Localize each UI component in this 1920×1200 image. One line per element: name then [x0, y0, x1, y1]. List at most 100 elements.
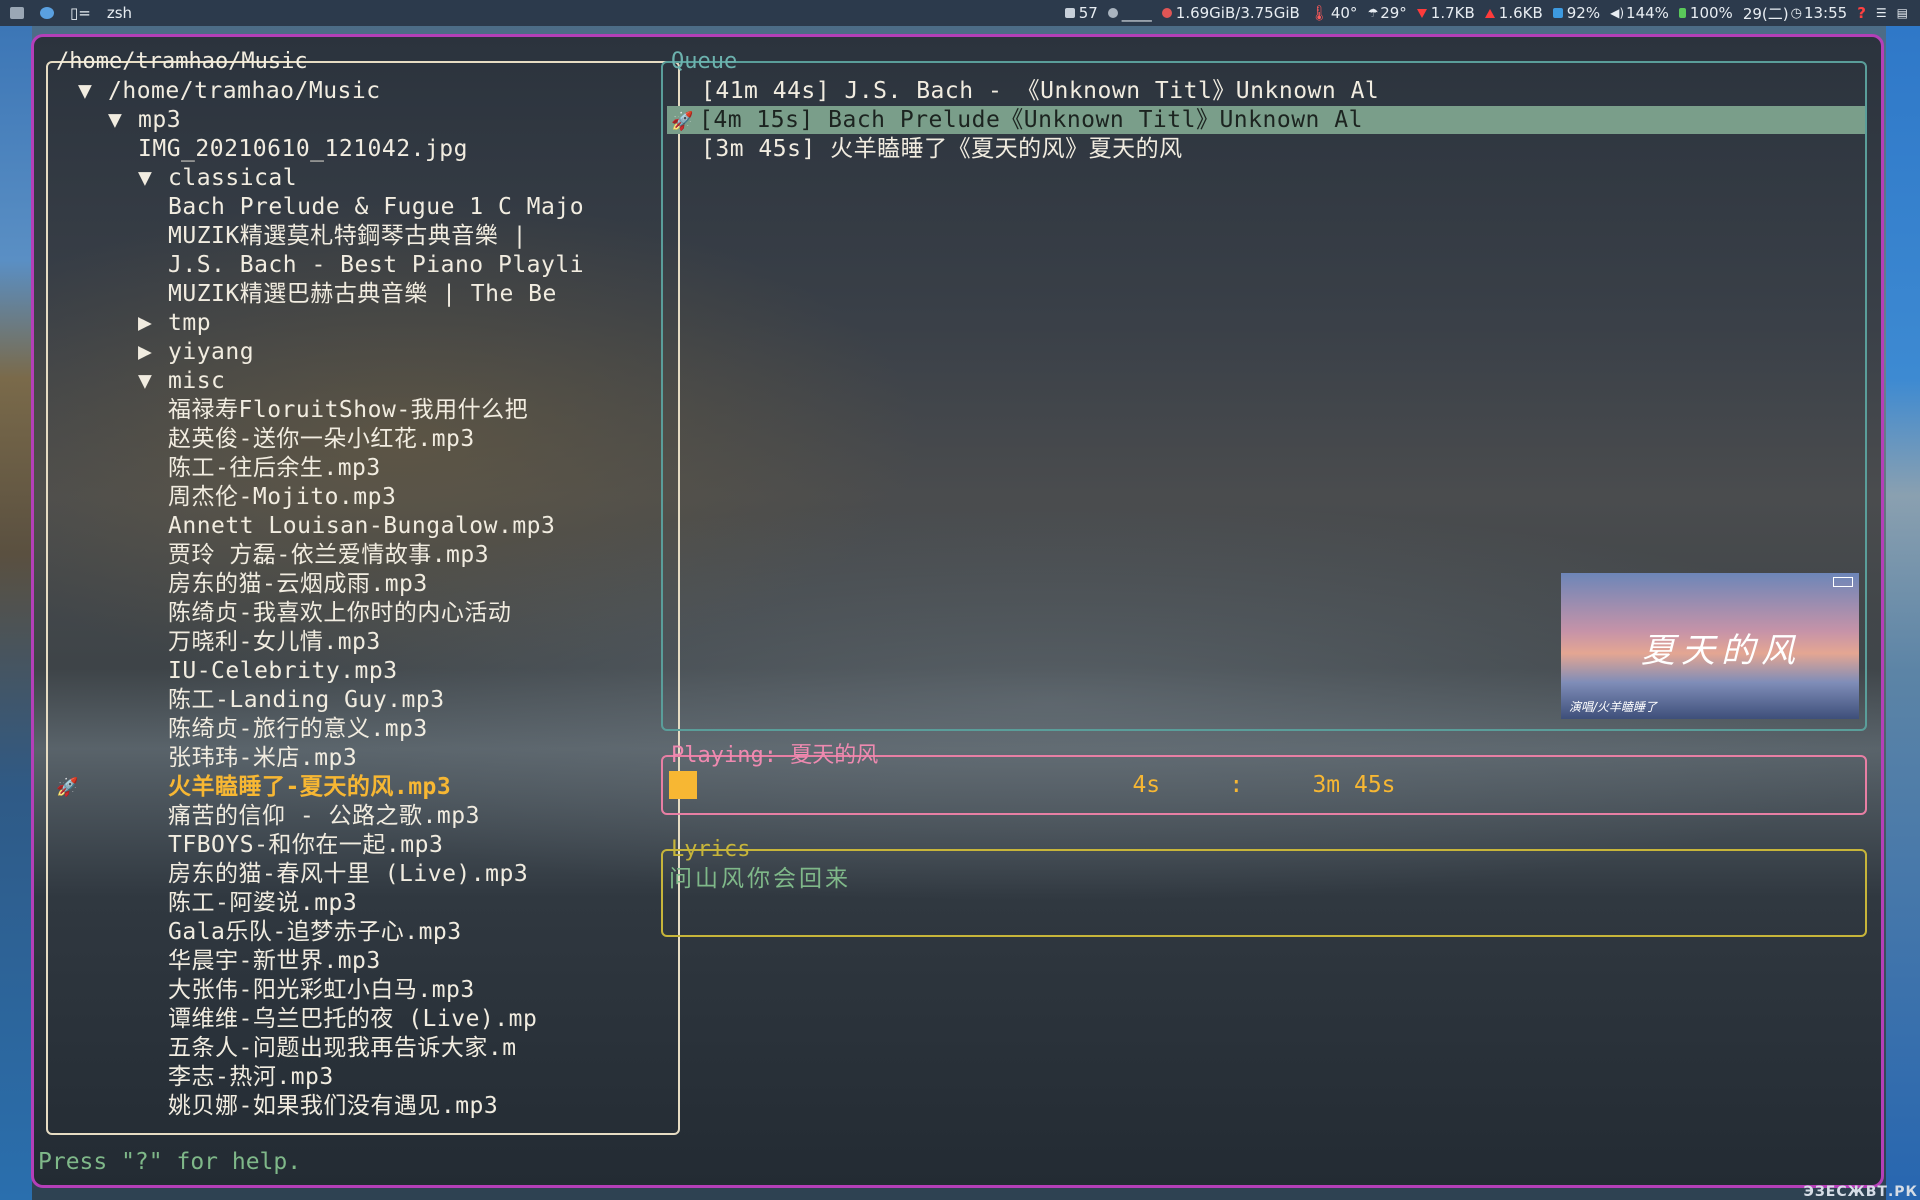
tree-row[interactable]: 福禄寿FloruitShow-我用什么把: [168, 396, 528, 425]
tree-row[interactable]: 张玮玮-米店.mp3: [168, 744, 357, 773]
tree-row-label: Bach Prelude & Fugue 1 C Majo: [168, 194, 585, 220]
tree-row-label: 谭维维-乌兰巴托的夜 (Live).mp: [168, 1006, 538, 1032]
tree-row-label: 房东的猫-云烟成雨.mp3: [168, 571, 428, 597]
queue-row[interactable]: [41m 44s] J.S. Bach - 《Unknown Titl》Unkn…: [671, 77, 1379, 105]
queue-row[interactable]: [3m 45s] 火羊瞌睡了《夏天的风》夏天的风: [671, 135, 1183, 163]
tree-row-label: 李志-热河.mp3: [168, 1064, 334, 1090]
thermometer-icon: 🌡: [1309, 4, 1329, 22]
weather-indicator: ☂ 29°: [1367, 4, 1407, 22]
tree-row-label: Gala乐队-追梦赤子心.mp3: [168, 919, 462, 945]
queue-panel[interactable]: Queue [41m 44s] J.S. Bach - 《Unknown Tit…: [661, 49, 1867, 731]
tree-row-label: 陈工-Landing Guy.mp3: [168, 687, 445, 713]
tree-row[interactable]: TFBOYS-和你在一起.mp3: [168, 831, 443, 860]
layout-icon[interactable]: ▯=: [70, 4, 91, 22]
tree-row[interactable]: 陈绮贞-我喜欢上你时的内心活动: [168, 599, 511, 628]
tree-row[interactable]: Bach Prelude & Fugue 1 C Majo: [168, 193, 584, 222]
download-icon: [1416, 8, 1427, 18]
network-down-indicator: 1.7KB: [1416, 4, 1475, 22]
temperature-indicator: 🌡 40°: [1309, 4, 1358, 22]
tree-row[interactable]: Annett Louisan-Bungalow.mp3: [168, 512, 555, 541]
help-icon[interactable]: ?: [1857, 4, 1866, 22]
collapsed-caret-icon[interactable]: ▶: [138, 338, 168, 367]
tree-row-label: 陈工-往后余生.mp3: [168, 455, 381, 481]
tree-row-label: 痛苦的信仰 - 公路之歌.mp3: [168, 803, 480, 829]
tree-row[interactable]: 陈工-Landing Guy.mp3: [168, 686, 445, 715]
expanded-caret-icon[interactable]: ▼: [108, 106, 138, 135]
tree-row-label: 大张伟-阳光彩虹小白马.mp3: [168, 977, 475, 1003]
tree-row[interactable]: 赵英俊-送你一朵小红花.mp3: [168, 425, 475, 454]
tree-row-label: tmp: [168, 310, 212, 336]
tree-row[interactable]: 贾玲 方磊-依兰爱情故事.mp3: [168, 541, 489, 570]
expanded-caret-icon[interactable]: ▼: [138, 367, 168, 396]
lyrics-panel: Lyrics 问山风你会回来: [661, 837, 1867, 937]
tree-row[interactable]: 姚贝娜-如果我们没有遇见.mp3: [168, 1092, 498, 1121]
tree-row[interactable]: 陈工-往后余生.mp3: [168, 454, 381, 483]
tree-row-label: Annett Louisan-Bungalow.mp3: [168, 513, 556, 539]
lyrics-title: Lyrics: [671, 837, 751, 862]
tree-row[interactable]: 大张伟-阳光彩虹小白马.mp3: [168, 976, 475, 1005]
tree-row[interactable]: 陈绮贞-旅行的意义.mp3: [168, 715, 428, 744]
tree-row[interactable]: 万晓利-女儿情.mp3: [168, 628, 381, 657]
tree-row[interactable]: 谭维维-乌兰巴托的夜 (Live).mp: [168, 1005, 537, 1034]
tree-row[interactable]: ▼ classical: [138, 164, 297, 193]
tree-row[interactable]: 五条人-问题出现我再告诉大家.m: [168, 1034, 517, 1063]
tree-row-label: misc: [168, 368, 226, 394]
queue-row[interactable]: 🚀 [4m 15s] Bach Prelude《Unknown Titl》Unkn…: [667, 106, 1865, 134]
tree-row[interactable]: 陈工-阿婆说.mp3: [168, 889, 357, 918]
tree-row-label: 房东的猫-春风十里 (Live).mp3: [168, 861, 529, 887]
tree-row-label: 赵英俊-送你一朵小红花.mp3: [168, 426, 475, 452]
tree-row-label: 陈绮贞-我喜欢上你时的内心活动: [168, 600, 512, 626]
tree-row[interactable]: 痛苦的信仰 - 公路之歌.mp3: [168, 802, 480, 831]
tree-row[interactable]: 周杰伦-Mojito.mp3: [168, 483, 396, 512]
brightness-indicator[interactable]: 92%: [1552, 4, 1600, 22]
network-up-indicator: 1.6KB: [1484, 4, 1543, 22]
tree-row[interactable]: IU-Celebrity.mp3: [168, 657, 398, 686]
tray-icon[interactable]: ☰: [1876, 6, 1887, 20]
queue-row-text: [41m 44s] J.S. Bach - 《Unknown Titl》Unkn…: [701, 78, 1380, 104]
tree-row-label: 张玮玮-米店.mp3: [168, 745, 358, 771]
tree-row[interactable]: ▶ yiyang: [138, 338, 254, 367]
tree-row-label: 火羊瞌睡了-夏天的风.mp3: [168, 774, 452, 800]
tree-row[interactable]: ▶ tmp: [138, 309, 211, 338]
cpu-indicator: ____: [1107, 4, 1152, 22]
brightness-icon: [1552, 8, 1563, 18]
tree-row[interactable]: IMG_20210610_121042.jpg: [138, 135, 468, 164]
collapsed-caret-icon[interactable]: ▶: [138, 309, 168, 338]
menu-icon[interactable]: [10, 7, 24, 19]
lyric-line: 问山风你会回来: [669, 866, 851, 892]
date-indicator[interactable]: 29(二) ◷ 13:55: [1743, 3, 1847, 24]
tree-row[interactable]: ▼ misc: [138, 367, 225, 396]
library-tree-panel[interactable]: /home/tramhao/Music ▼/home/tramhao/Music…: [46, 49, 680, 1135]
tree-row[interactable]: J.S. Bach - Best Piano Playli: [168, 251, 584, 280]
terminal-window[interactable]: /home/tramhao/Music ▼/home/tramhao/Music…: [31, 34, 1884, 1188]
tree-row-label: IU-Celebrity.mp3: [168, 658, 398, 684]
tree-row[interactable]: 火羊瞌睡了-夏天的风.mp3: [168, 773, 451, 802]
tree-row[interactable]: ▼ mp3: [108, 106, 181, 135]
battery-icon: [1678, 8, 1686, 18]
tree-row-label: 贾玲 方磊-依兰爱情故事.mp3: [168, 542, 490, 568]
expanded-caret-icon[interactable]: ▼: [138, 164, 168, 193]
library-tree-list[interactable]: ▼/home/tramhao/Music ▼ mp3 IMG_20210610_121…: [48, 63, 678, 1133]
tree-row-label: IMG_20210610_121042.jpg: [138, 136, 468, 162]
globe-icon[interactable]: [40, 7, 54, 19]
tree-row[interactable]: Gala乐队-追梦赤子心.mp3: [168, 918, 462, 947]
tree-row[interactable]: 房东的猫-春风十里 (Live).mp3: [168, 860, 528, 889]
workspace-indicator[interactable]: 57: [1064, 4, 1098, 22]
tree-row[interactable]: MUZIK精選莫札特鋼琴古典音樂 |: [168, 222, 527, 251]
tree-row[interactable]: ▼/home/tramhao/Music: [78, 77, 381, 106]
tree-row-label: 华晨宇-新世界.mp3: [168, 948, 381, 974]
memory-icon: [1161, 8, 1172, 18]
desktop-wallpaper-right: [1886, 26, 1920, 1200]
tree-row[interactable]: MUZIK精選巴赫古典音樂 | The Be: [168, 280, 557, 309]
tree-row-label: 福禄寿FloruitShow-我用什么把: [168, 397, 529, 423]
notification-icon[interactable]: ▤: [1897, 6, 1908, 20]
tree-row[interactable]: 华晨宇-新世界.mp3: [168, 947, 381, 976]
status-bar: Press "?" for help.: [38, 1149, 302, 1175]
volume-indicator[interactable]: ◀) 144%: [1610, 4, 1669, 22]
tree-row[interactable]: 李志-热河.mp3: [168, 1063, 334, 1092]
playing-panel[interactable]: Playing: 夏天的风 4s : 3m 45s: [661, 743, 1867, 815]
tree-row[interactable]: 房东的猫-云烟成雨.mp3: [168, 570, 428, 599]
rocket-icon: 🚀: [671, 111, 694, 132]
tree-row-label: 周杰伦-Mojito.mp3: [168, 484, 397, 510]
expanded-caret-icon[interactable]: ▼: [78, 77, 108, 106]
